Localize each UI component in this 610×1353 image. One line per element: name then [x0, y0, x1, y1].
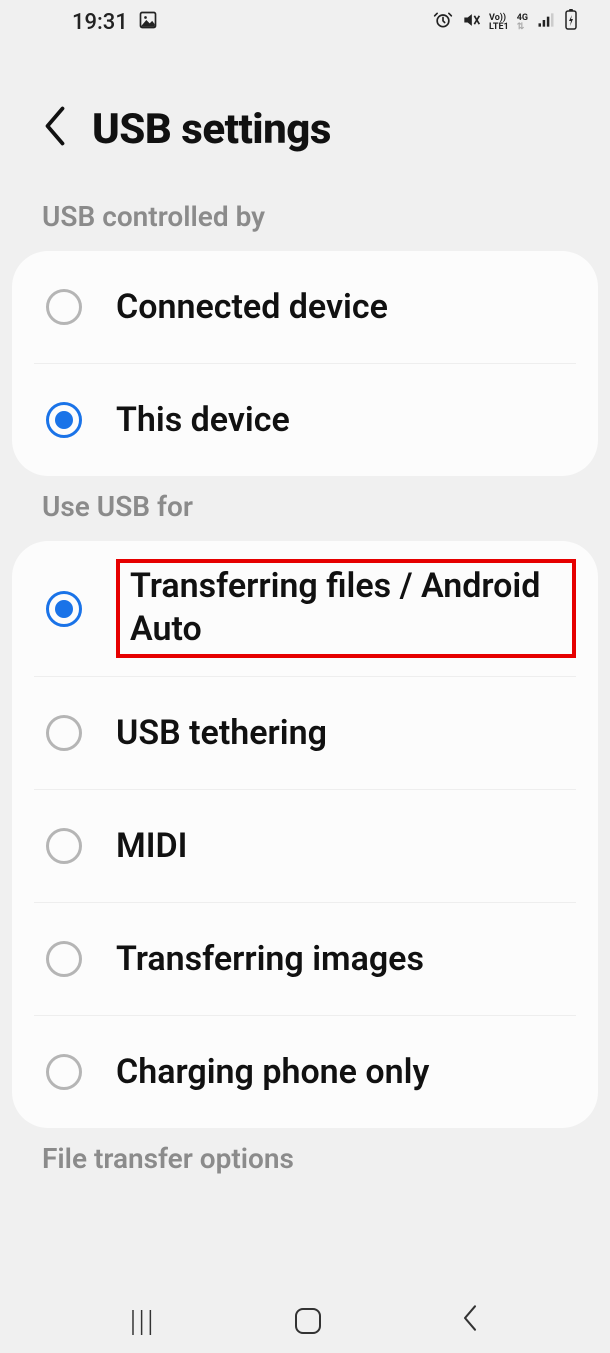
radio-icon — [46, 591, 82, 627]
nav-back-button[interactable] — [460, 1300, 480, 1342]
mobile-data-indicator: 4G ⇅ — [517, 14, 528, 32]
option-connected-device[interactable]: Connected device — [12, 251, 598, 363]
status-bar: 19:31 Vo)) LTE1 4G ⇅ — [0, 0, 610, 45]
option-label: Transferring files / Android Auto — [116, 559, 576, 658]
radio-icon — [46, 941, 82, 977]
option-usb-tethering[interactable]: USB tethering — [12, 677, 598, 789]
page-header: USB settings — [0, 45, 610, 186]
radio-icon — [46, 289, 82, 325]
status-time: 19:31 — [72, 10, 128, 35]
image-icon — [138, 10, 158, 36]
option-midi[interactable]: MIDI — [12, 790, 598, 902]
back-button[interactable] — [40, 103, 70, 156]
system-nav-bar: ||| — [0, 1289, 610, 1353]
radio-icon — [46, 1054, 82, 1090]
option-label: MIDI — [116, 825, 187, 868]
radio-icon — [46, 828, 82, 864]
option-transfer-files[interactable]: Transferring files / Android Auto — [12, 541, 598, 676]
option-this-device[interactable]: This device — [12, 364, 598, 476]
section-header-use-for: Use USB for — [0, 476, 610, 541]
option-label: This device — [116, 399, 290, 442]
card-use-for: Transferring files / Android Auto USB te… — [12, 541, 598, 1128]
card-controlled-by: Connected device This device — [12, 251, 598, 476]
option-label: Transferring images — [116, 938, 424, 981]
section-header-file-transfer: File transfer options — [0, 1128, 610, 1193]
option-charging-only[interactable]: Charging phone only — [12, 1016, 598, 1128]
mute-icon — [461, 10, 481, 35]
battery-icon — [564, 9, 578, 36]
option-transfer-images[interactable]: Transferring images — [12, 903, 598, 1015]
page-title: USB settings — [92, 105, 331, 154]
radio-icon — [46, 715, 82, 751]
option-label: Connected device — [116, 286, 388, 329]
radio-icon — [46, 402, 82, 438]
alarm-icon — [433, 10, 453, 35]
option-label: Charging phone only — [116, 1051, 429, 1094]
section-header-controlled-by: USB controlled by — [0, 186, 610, 251]
nav-home-button[interactable] — [295, 1308, 321, 1334]
nav-recents-button[interactable]: ||| — [130, 1304, 156, 1339]
signal-icon — [536, 10, 556, 35]
volte-indicator: Vo)) LTE1 — [489, 14, 509, 32]
option-label: USB tethering — [116, 712, 327, 755]
